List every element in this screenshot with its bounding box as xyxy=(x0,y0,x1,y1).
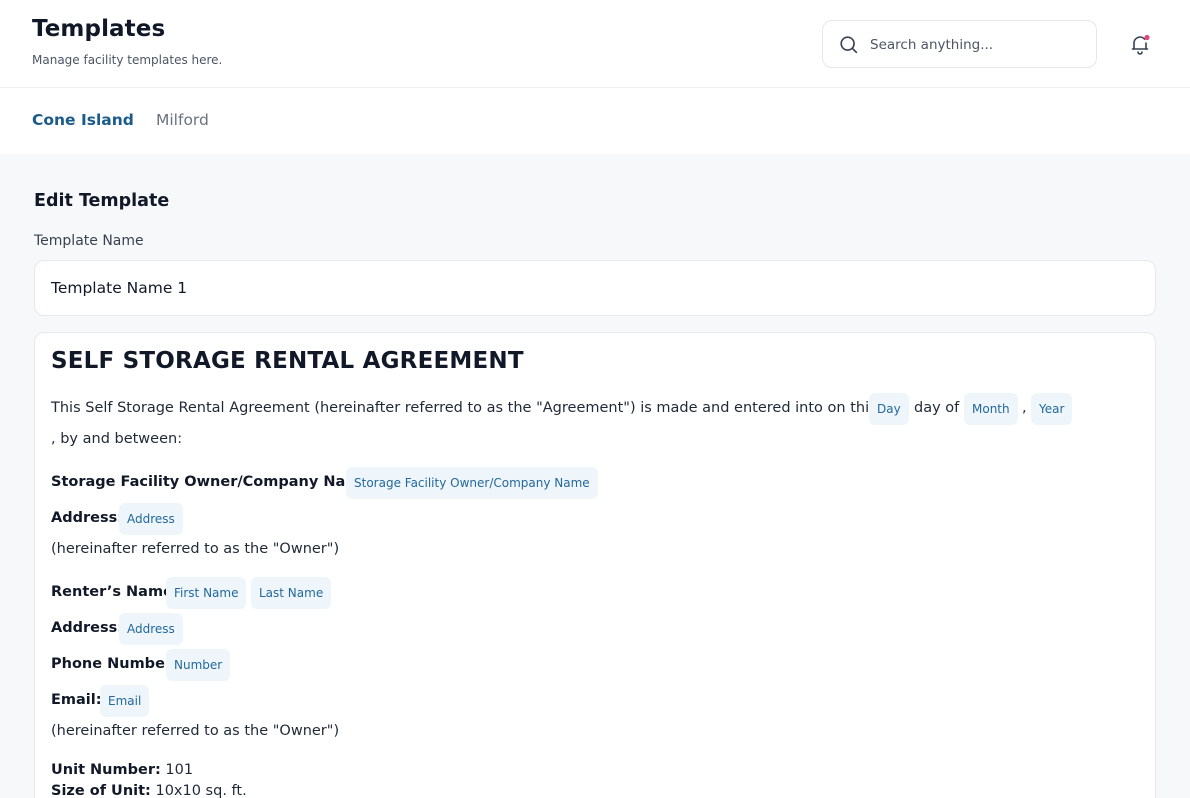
facility-tabs: Cone Island Milford xyxy=(0,88,1190,154)
search-box[interactable] xyxy=(822,20,1097,68)
notifications-button[interactable] xyxy=(1128,32,1152,56)
page-subtitle: Manage facility templates here. xyxy=(32,53,223,67)
owner-label: Storage Facility Owner/Company Name: xyxy=(51,474,376,490)
renter-ref-text: (hereinafter referred to as the "Owner") xyxy=(51,723,340,739)
section-title: Edit Template xyxy=(34,191,170,211)
notification-dot xyxy=(1144,34,1150,41)
bell-icon xyxy=(1131,34,1150,55)
tab-cone-island[interactable]: Cone Island xyxy=(32,111,134,129)
owner-ref-text: (hereinafter referred to as the "Owner") xyxy=(51,541,340,557)
search-icon xyxy=(840,36,858,54)
day-of-text: day of xyxy=(914,400,960,416)
email-tag[interactable]: Email xyxy=(100,685,150,717)
template-editor[interactable]: SELF STORAGE RENTAL AGREEMENT This Self … xyxy=(34,332,1156,798)
unit-number-label: Unit Number: xyxy=(51,762,161,778)
unit-size-value: 10x10 sq. ft. xyxy=(155,783,247,798)
phone-number-tag[interactable]: Number xyxy=(166,649,231,681)
unit-size-line: Size of Unit: 10x10 sq. ft. xyxy=(51,783,247,798)
year-tag[interactable]: Year xyxy=(1031,393,1073,425)
page-header: Templates Manage facility templates here… xyxy=(0,0,1190,88)
owner-address-tag[interactable]: Address xyxy=(119,503,183,535)
unit-number-value: 101 xyxy=(165,762,194,778)
tab-milford[interactable]: Milford xyxy=(156,111,209,129)
last-name-tag[interactable]: Last Name xyxy=(251,577,332,609)
template-name-label: Template Name xyxy=(34,233,144,249)
comma-text: , xyxy=(1022,400,1027,416)
intro-text: This Self Storage Rental Agreement (here… xyxy=(51,400,877,416)
owner-address-label: Address: xyxy=(51,510,124,526)
phone-label: Phone Number: xyxy=(51,656,178,672)
by-between-text: , by and between: xyxy=(51,431,183,447)
unit-number-line: Unit Number: 101 xyxy=(51,762,193,778)
email-label: Email: xyxy=(51,692,102,708)
day-tag[interactable]: Day xyxy=(869,393,909,425)
first-name-tag[interactable]: First Name xyxy=(166,577,247,609)
search-input[interactable] xyxy=(870,33,1085,57)
month-tag[interactable]: Month xyxy=(964,393,1018,425)
template-name-input[interactable] xyxy=(34,260,1156,316)
unit-size-label: Size of Unit: xyxy=(51,783,151,798)
renter-address-tag[interactable]: Address xyxy=(119,613,183,645)
document-title: SELF STORAGE RENTAL AGREEMENT xyxy=(51,348,524,374)
renter-name-label: Renter’s Name: xyxy=(51,584,179,600)
page-title: Templates xyxy=(32,16,166,42)
owner-name-tag[interactable]: Storage Facility Owner/Company Name xyxy=(346,467,598,499)
renter-address-label: Address: xyxy=(51,620,124,636)
main-content: Edit Template Template Name SELF STORAGE… xyxy=(0,154,1190,798)
templates-page: Templates Manage facility templates here… xyxy=(0,0,1190,798)
